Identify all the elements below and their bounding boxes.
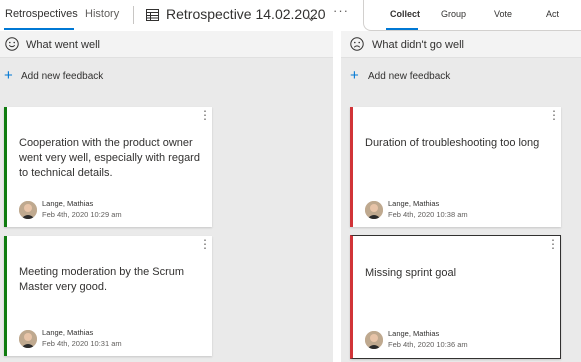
feedback-card[interactable]: ⋮ Missing sprint goal Lange, Mathias Feb… (350, 235, 561, 359)
phase-group[interactable]: Group (441, 9, 466, 19)
card-more-icon[interactable]: ⋮ (199, 109, 211, 121)
column-title: What went well (26, 39, 100, 51)
avatar (19, 330, 37, 348)
top-bar: Retrospectives History Retrospective 14.… (0, 0, 581, 31)
plus-icon[interactable]: + (4, 68, 13, 83)
column-header: What went well (0, 31, 333, 58)
active-tab-indicator (4, 28, 74, 30)
plus-icon[interactable]: + (350, 68, 359, 83)
feedback-card[interactable]: ⋮ Cooperation with the product owner wen… (4, 107, 212, 227)
frown-icon (350, 37, 364, 56)
board-table-icon (146, 8, 159, 26)
card-more-icon[interactable]: ⋮ (199, 238, 211, 250)
add-feedback-button[interactable]: Add new feedback (21, 71, 103, 82)
card-author: Lange, Mathias (42, 199, 94, 208)
column-what-went-well: What went well + Add new feedback ⋮ Coop… (0, 31, 333, 362)
card-text: Duration of troubleshooting too long (365, 137, 540, 149)
card-author: Lange, Mathias (388, 199, 440, 208)
avatar (365, 331, 383, 349)
avatar (19, 201, 37, 219)
tab-retrospectives[interactable]: Retrospectives (5, 8, 78, 20)
card-date: Feb 4th, 2020 10:38 am (388, 210, 468, 219)
phase-collect[interactable]: Collect (390, 9, 420, 19)
card-more-icon[interactable]: ⋮ (547, 238, 559, 250)
avatar (365, 201, 383, 219)
card-more-icon[interactable]: ⋮ (548, 109, 560, 121)
column-title: What didn't go well (372, 39, 464, 51)
card-author: Lange, Mathias (42, 328, 94, 337)
divider (133, 6, 134, 24)
card-date: Feb 4th, 2020 10:31 am (42, 339, 122, 348)
feedback-card[interactable]: ⋮ Meeting moderation by the Scrum Master… (4, 236, 212, 356)
card-date: Feb 4th, 2020 10:29 am (42, 210, 122, 219)
column-header: What didn't go well (341, 31, 581, 58)
card-author: Lange, Mathias (388, 329, 440, 338)
card-date: Feb 4th, 2020 10:36 am (388, 340, 468, 349)
more-options-icon[interactable]: ··· (333, 3, 349, 18)
card-text: Missing sprint goal (365, 267, 457, 279)
smile-icon (5, 37, 19, 56)
tab-history[interactable]: History (85, 8, 119, 20)
active-phase-indicator (386, 28, 418, 30)
card-text: Cooperation with the product owner went … (19, 137, 200, 179)
add-feedback-button[interactable]: Add new feedback (368, 71, 450, 82)
feedback-card[interactable]: ⋮ Duration of troubleshooting too long L… (350, 107, 561, 227)
board-title[interactable]: Retrospective 14.02.2020 (166, 6, 326, 22)
column-what-didnt-go-well: What didn't go well + Add new feedback ⋮… (341, 31, 581, 362)
phase-vote[interactable]: Vote (494, 9, 512, 19)
phase-act[interactable]: Act (546, 9, 559, 19)
card-text: Meeting moderation by the Scrum Master v… (19, 266, 185, 293)
chevron-down-icon[interactable] (307, 9, 316, 27)
